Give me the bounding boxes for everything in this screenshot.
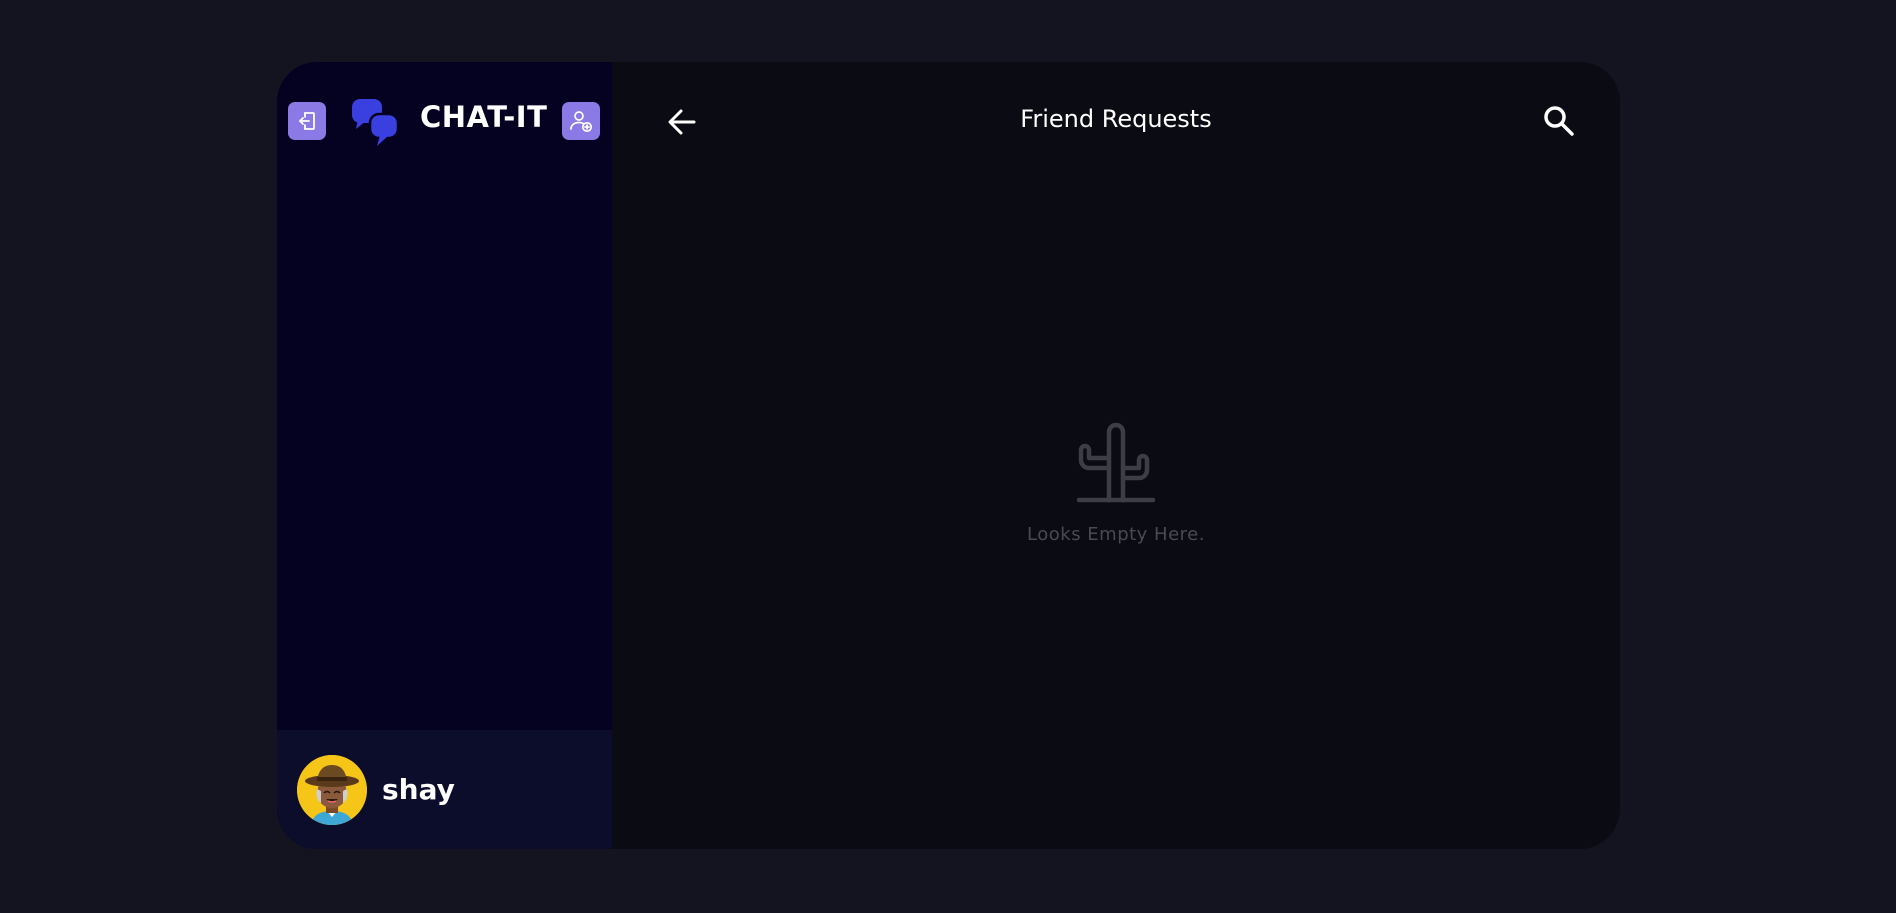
current-username: shay	[382, 773, 455, 806]
brand-title: CHAT-IT	[420, 100, 548, 134]
app-window: CHAT-IT shay Friend Requests Looks Empty…	[277, 62, 1620, 849]
page-title: Friend Requests	[1020, 105, 1212, 133]
sidebar: CHAT-IT shay	[277, 62, 612, 849]
friend-requests-panel: Friend Requests Looks Empty Here.	[612, 62, 1620, 849]
search-icon	[1544, 106, 1574, 136]
logout-icon	[299, 112, 315, 130]
avatar[interactable]	[297, 754, 367, 825]
chat-bubbles-icon	[352, 99, 400, 146]
empty-state-message: Looks Empty Here.	[1027, 524, 1205, 545]
current-user-bar[interactable]: shay	[277, 730, 612, 849]
sidebar-header: CHAT-IT	[277, 62, 612, 178]
add-friend-button[interactable]	[562, 102, 600, 140]
cowboy-avatar-icon	[297, 754, 367, 825]
logout-button[interactable]	[288, 102, 326, 140]
cactus-icon	[1076, 422, 1156, 503]
friends-list	[277, 178, 612, 730]
search-button[interactable]	[1540, 102, 1578, 140]
empty-state: Looks Empty Here.	[612, 422, 1620, 545]
add-user-icon	[570, 111, 593, 133]
